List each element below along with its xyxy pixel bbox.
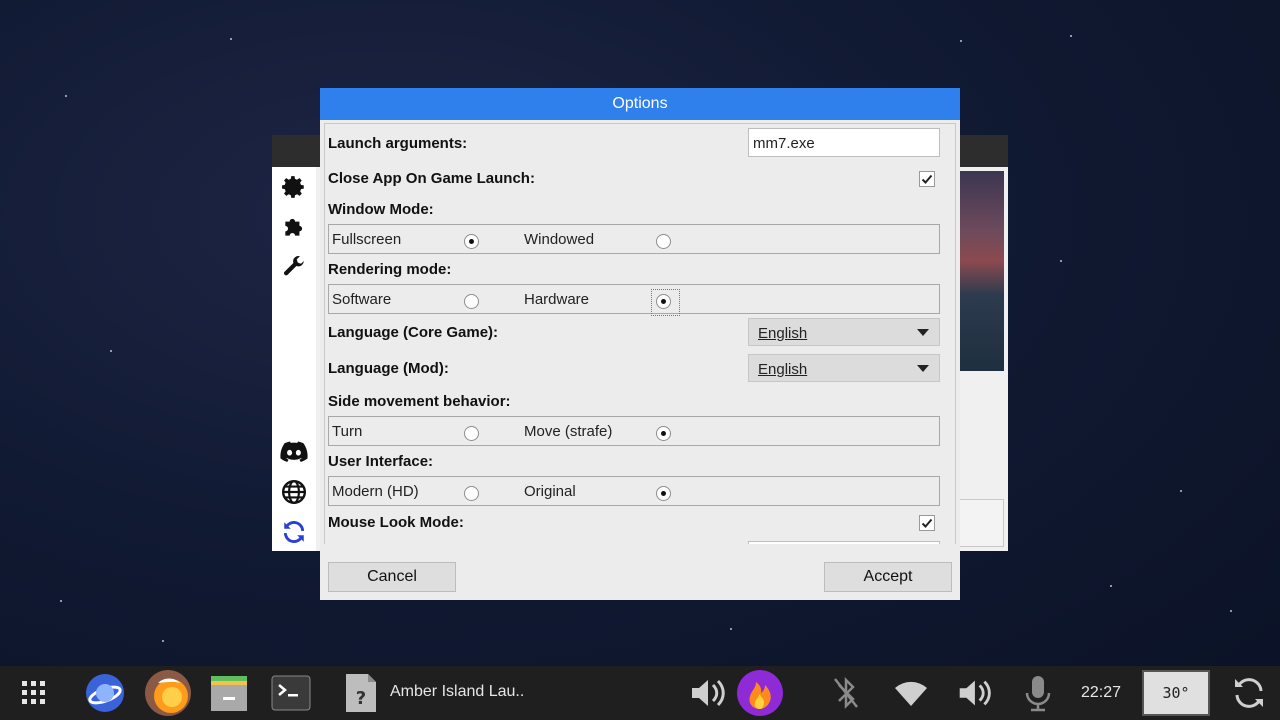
cut-off-input[interactable] <box>748 541 940 544</box>
mouse-look-label: Mouse Look Mode: <box>328 514 464 531</box>
chevron-down-icon <box>917 329 929 336</box>
cancel-button[interactable]: Cancel <box>328 562 456 592</box>
launcher-banner-image <box>958 171 1004 371</box>
software-radio[interactable] <box>464 294 479 309</box>
launch-arguments-input[interactable]: mm7.exe <box>748 128 940 157</box>
modern-hd-label: Modern (HD) <box>332 483 419 500</box>
original-label: Original <box>524 483 576 500</box>
close-app-label: Close App On Game Launch: <box>328 170 535 187</box>
window-mode-group: Fullscreen Windowed <box>328 224 940 254</box>
unknown-app-icon[interactable]: ? <box>340 666 382 720</box>
language-mod-label: Language (Mod): <box>328 360 449 377</box>
speaker-icon[interactable] <box>952 666 994 720</box>
flame-app-icon[interactable] <box>735 666 785 720</box>
puzzle-icon[interactable] <box>280 213 308 241</box>
accept-button[interactable]: Accept <box>824 562 952 592</box>
checkmark-icon <box>921 174 933 184</box>
strafe-label: Move (strafe) <box>524 423 613 440</box>
taskbar: ? Amber Island Lau.. 22:27 30° <box>0 666 1280 720</box>
firefox-icon[interactable] <box>141 666 195 720</box>
launch-arguments-label: Launch arguments: <box>328 135 468 152</box>
modern-hd-radio[interactable] <box>464 486 479 501</box>
globe-icon[interactable] <box>280 478 308 506</box>
language-mod-select[interactable]: English <box>748 354 940 382</box>
fullscreen-radio[interactable] <box>464 234 479 249</box>
fullscreen-label: Fullscreen <box>332 231 402 248</box>
strafe-radio[interactable] <box>656 426 671 441</box>
windowed-radio[interactable] <box>656 234 671 249</box>
turn-label: Turn <box>332 423 363 440</box>
temperature-widget[interactable]: 30° <box>1142 670 1210 716</box>
language-core-select[interactable]: English <box>748 318 940 346</box>
mouse-look-checkbox[interactable] <box>919 515 935 531</box>
file-manager-icon[interactable] <box>206 666 252 720</box>
rendering-mode-label: Rendering mode: <box>328 261 452 278</box>
language-mod-value: English <box>758 361 808 378</box>
dialog-title: Options <box>320 88 960 120</box>
options-scroll-area[interactable]: Launch arguments: mm7.exe Close App On G… <box>324 123 956 544</box>
sync-icon[interactable] <box>1226 666 1272 720</box>
close-app-checkbox[interactable] <box>919 171 935 187</box>
language-core-value: English <box>758 325 808 342</box>
rendering-mode-group: Software Hardware <box>328 284 940 316</box>
side-movement-group: Turn Move (strafe) <box>328 416 940 446</box>
discord-icon[interactable] <box>280 438 308 466</box>
user-interface-group: Modern (HD) Original <box>328 476 940 506</box>
launcher-panel <box>958 499 1004 547</box>
app-grid-icon[interactable] <box>14 666 54 720</box>
language-core-label: Language (Core Game): <box>328 324 499 341</box>
hardware-radio[interactable] <box>656 294 671 309</box>
turn-radio[interactable] <box>464 426 479 441</box>
browser-icon[interactable] <box>83 666 127 720</box>
clock[interactable]: 22:27 <box>1081 684 1121 702</box>
refresh-icon[interactable] <box>280 518 308 546</box>
original-radio[interactable] <box>656 486 671 501</box>
windowed-label: Windowed <box>524 231 595 248</box>
svg-text:?: ? <box>356 688 366 709</box>
terminal-icon[interactable] <box>268 666 314 720</box>
window-mode-label: Window Mode: <box>328 201 434 218</box>
chevron-down-icon <box>917 365 929 372</box>
microphone-icon[interactable] <box>1018 666 1058 720</box>
volume-icon[interactable] <box>684 666 728 720</box>
wifi-icon[interactable] <box>890 666 932 720</box>
options-dialog: Options Launch arguments: mm7.exe Close … <box>320 88 960 600</box>
taskbar-window-title[interactable]: Amber Island Lau.. <box>390 683 524 701</box>
hardware-label: Hardware <box>524 291 590 308</box>
checkmark-icon <box>921 518 933 528</box>
software-label: Software <box>332 291 392 308</box>
gear-icon[interactable] <box>280 173 308 201</box>
launcher-sidebar <box>272 167 316 551</box>
bluetooth-icon[interactable] <box>826 666 866 720</box>
side-movement-label: Side movement behavior: <box>328 393 511 410</box>
wrench-icon[interactable] <box>280 253 308 281</box>
user-interface-label: User Interface: <box>328 453 434 470</box>
